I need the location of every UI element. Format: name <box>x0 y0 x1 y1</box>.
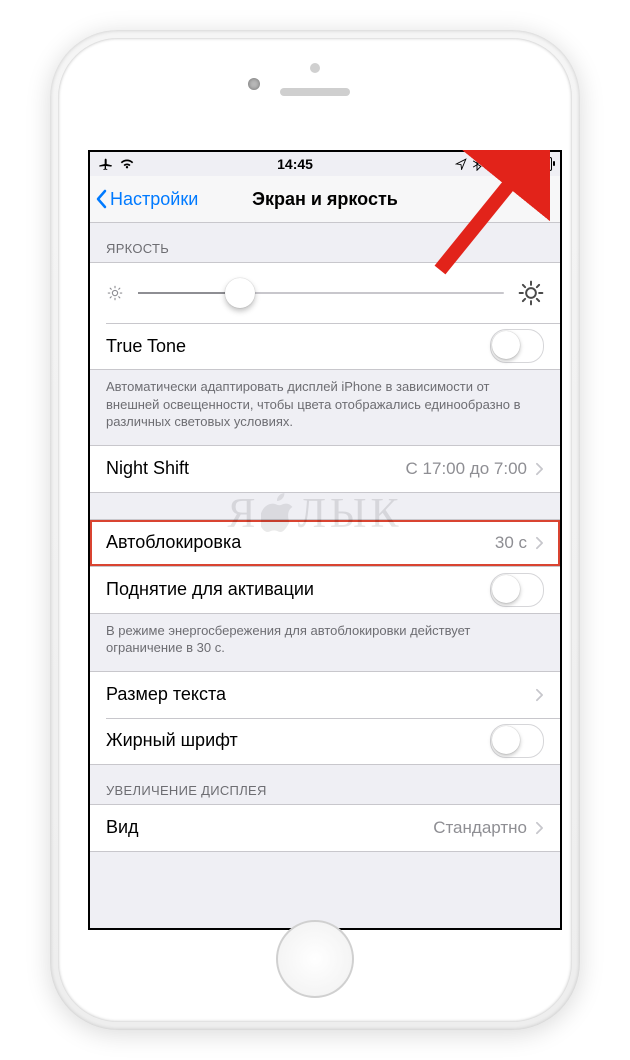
back-label: Настройки <box>110 189 198 210</box>
chevron-right-icon <box>535 536 544 550</box>
section-header-zoom: УВЕЛИЧЕНИЕ ДИСПЛЕЯ <box>90 765 560 804</box>
wifi-icon <box>119 158 135 170</box>
bluetooth-icon <box>472 157 482 171</box>
raise-to-wake-label: Поднятие для активации <box>106 579 314 600</box>
bold-text-label: Жирный шрифт <box>106 730 238 751</box>
battery-icon <box>524 157 552 171</box>
group-autolock: Автоблокировка 30 с <box>90 519 560 567</box>
row-raise-to-wake[interactable]: Поднятие для активации <box>90 567 560 613</box>
raise-footer: В режиме энергосбережения для автоблокир… <box>90 614 560 671</box>
group-zoom: Вид Стандартно <box>90 804 560 852</box>
section-header-brightness: ЯРКОСТЬ <box>90 223 560 262</box>
text-size-label: Размер текста <box>106 684 226 705</box>
settings-content[interactable]: ЯРКОСТЬ <box>90 223 560 929</box>
location-icon <box>455 158 467 170</box>
night-shift-label: Night Shift <box>106 458 189 479</box>
earpiece-speaker <box>280 88 350 96</box>
bold-text-switch[interactable] <box>490 724 544 758</box>
true-tone-label: True Tone <box>106 336 186 357</box>
chevron-right-icon <box>535 688 544 702</box>
status-time: 14:45 <box>277 156 313 172</box>
group-raise: Поднятие для активации <box>90 567 560 614</box>
group-text: Размер текста Жирный шрифт <box>90 671 560 765</box>
autolock-value: 30 с <box>495 533 527 553</box>
row-true-tone[interactable]: True Tone <box>90 323 560 369</box>
brightness-slider-row <box>90 263 560 323</box>
status-bar: 14:45 70 % <box>90 152 560 176</box>
brightness-slider[interactable] <box>138 292 504 294</box>
brightness-low-icon <box>106 284 124 302</box>
sensor-dot <box>310 63 320 73</box>
row-view[interactable]: Вид Стандартно <box>90 805 560 851</box>
spacer <box>90 493 560 519</box>
true-tone-footer: Автоматически адаптировать дисплей iPhon… <box>90 370 560 445</box>
home-button[interactable] <box>276 920 354 998</box>
back-button[interactable]: Настройки <box>90 189 198 210</box>
view-value: Стандартно <box>433 818 527 838</box>
autolock-label: Автоблокировка <box>106 532 241 553</box>
battery-percent: 70 % <box>487 156 519 172</box>
night-shift-value: С 17:00 до 7:00 <box>406 459 527 479</box>
true-tone-switch[interactable] <box>490 329 544 363</box>
raise-to-wake-switch[interactable] <box>490 573 544 607</box>
phone-frame: 14:45 70 % <box>50 30 580 1030</box>
front-camera <box>248 78 260 90</box>
phone-bezel: 14:45 70 % <box>58 38 572 1022</box>
row-autolock[interactable]: Автоблокировка 30 с <box>90 520 560 566</box>
group-brightness: True Tone <box>90 262 560 370</box>
stage: 14:45 70 % <box>0 0 630 1060</box>
chevron-right-icon <box>535 821 544 835</box>
view-label: Вид <box>106 817 139 838</box>
airplane-mode-icon <box>98 156 114 172</box>
slider-thumb[interactable] <box>225 278 255 308</box>
row-text-size[interactable]: Размер текста <box>90 672 560 718</box>
brightness-high-icon <box>518 280 544 306</box>
row-bold-text[interactable]: Жирный шрифт <box>90 718 560 764</box>
screen: 14:45 70 % <box>88 150 562 930</box>
group-night-shift: Night Shift С 17:00 до 7:00 <box>90 445 560 493</box>
chevron-right-icon <box>535 462 544 476</box>
row-night-shift[interactable]: Night Shift С 17:00 до 7:00 <box>90 446 560 492</box>
nav-bar: Настройки Экран и яркость <box>90 176 560 223</box>
